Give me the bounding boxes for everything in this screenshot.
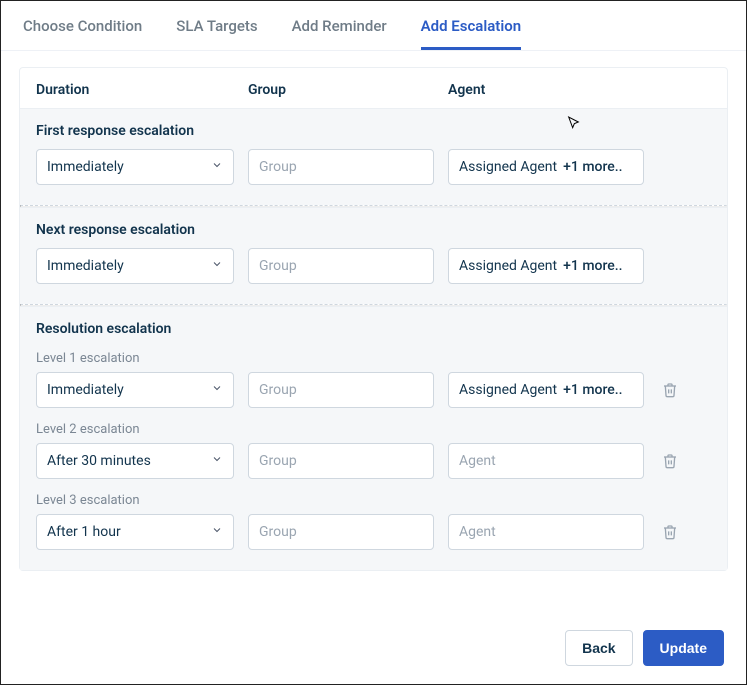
first-group-input[interactable]: Group: [248, 149, 434, 185]
col-header-group: Group: [248, 82, 448, 98]
level-1-duration-value: Immediately: [47, 382, 124, 398]
first-response-section: First response escalation Immediately Gr…: [20, 108, 727, 205]
next-agent-more: +1 more..: [563, 258, 622, 274]
next-response-title: Next response escalation: [36, 222, 711, 238]
first-response-title: First response escalation: [36, 123, 711, 139]
next-agent-select[interactable]: Assigned Agent +1 more..: [448, 248, 644, 284]
next-agent-value: Assigned Agent: [459, 258, 557, 274]
first-agent-value: Assigned Agent: [459, 159, 557, 175]
level-1-duration-select[interactable]: Immediately: [36, 372, 234, 408]
col-header-agent: Agent: [448, 82, 711, 98]
tab-choose-condition[interactable]: Choose Condition: [23, 17, 142, 50]
first-agent-more: +1 more..: [563, 159, 622, 175]
level-1-label: Level 1 escalation: [36, 351, 711, 366]
level-3-delete-button[interactable]: [658, 520, 682, 544]
trash-icon: [662, 524, 678, 540]
chevron-down-icon: [211, 159, 223, 175]
level-1-agent-select[interactable]: Assigned Agent +1 more..: [448, 372, 644, 408]
level-2-duration-value: After 30 minutes: [47, 453, 151, 469]
level-1-agent-more: +1 more..: [563, 382, 622, 398]
first-duration-select[interactable]: Immediately: [36, 149, 234, 185]
level-2-delete-button[interactable]: [658, 449, 682, 473]
next-response-section: Next response escalation Immediately Gro…: [20, 207, 727, 304]
tabs-bar: Choose Condition SLA Targets Add Reminde…: [1, 1, 746, 51]
next-duration-select[interactable]: Immediately: [36, 248, 234, 284]
level-3-duration-value: After 1 hour: [47, 524, 121, 540]
level-3-group-input[interactable]: Group: [248, 514, 434, 550]
columns-header: Duration Group Agent: [20, 68, 727, 108]
level-2-agent-select[interactable]: Agent: [448, 443, 644, 479]
chevron-down-icon: [211, 258, 223, 274]
back-button[interactable]: Back: [565, 630, 632, 666]
level-1-delete-button[interactable]: [658, 378, 682, 402]
chevron-down-icon: [211, 524, 223, 540]
level-1-agent-value: Assigned Agent: [459, 382, 557, 398]
trash-icon: [662, 453, 678, 469]
next-group-input[interactable]: Group: [248, 248, 434, 284]
resolution-section: Resolution escalation Level 1 escalation…: [20, 306, 727, 570]
level-3-agent-placeholder: Agent: [459, 524, 496, 540]
footer: Back Update: [1, 614, 746, 684]
level-3-agent-select[interactable]: Agent: [448, 514, 644, 550]
tab-sla-targets[interactable]: SLA Targets: [176, 17, 257, 50]
level-2-label: Level 2 escalation: [36, 422, 711, 437]
first-duration-value: Immediately: [47, 159, 124, 175]
level-2-duration-select[interactable]: After 30 minutes: [36, 443, 234, 479]
col-header-duration: Duration: [36, 82, 248, 98]
chevron-down-icon: [211, 453, 223, 469]
resolution-title: Resolution escalation: [36, 321, 711, 337]
escalation-panel: Duration Group Agent First response esca…: [19, 67, 728, 571]
trash-icon: [662, 382, 678, 398]
level-2-group-input[interactable]: Group: [248, 443, 434, 479]
tab-add-reminder[interactable]: Add Reminder: [292, 17, 387, 50]
level-3-label: Level 3 escalation: [36, 493, 711, 508]
level-2-agent-placeholder: Agent: [459, 453, 496, 469]
first-agent-select[interactable]: Assigned Agent +1 more..: [448, 149, 644, 185]
chevron-down-icon: [211, 382, 223, 398]
level-3-duration-select[interactable]: After 1 hour: [36, 514, 234, 550]
level-1-group-input[interactable]: Group: [248, 372, 434, 408]
tab-add-escalation[interactable]: Add Escalation: [421, 17, 521, 50]
next-duration-value: Immediately: [47, 258, 124, 274]
update-button[interactable]: Update: [643, 630, 724, 666]
